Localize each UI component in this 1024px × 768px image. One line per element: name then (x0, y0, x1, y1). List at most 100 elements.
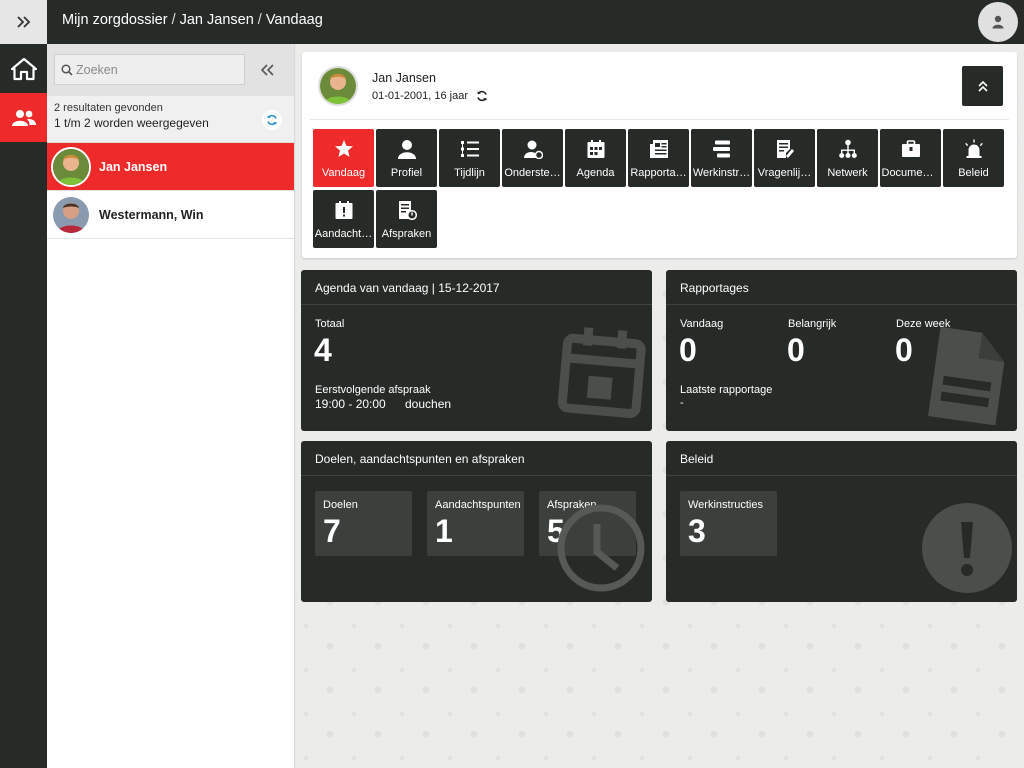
clock-icon (557, 504, 645, 592)
tab-label: Agenda (576, 167, 615, 179)
tab-label: Aandacht… (314, 228, 373, 240)
rapportages-important-value: 0 (787, 332, 805, 368)
tab-label: Documen… (881, 167, 940, 179)
rapportages-widget[interactable]: Rapportages Vandaag 0 Belangrijk 0 Deze … (666, 270, 1017, 431)
refresh-icon[interactable] (476, 90, 488, 102)
breadcrumb-separator: / (257, 12, 262, 28)
calendar-icon (587, 140, 604, 158)
doelen-tile[interactable]: Doelen 7 (315, 491, 412, 556)
doelen-widget[interactable]: Doelen, aandachtspunten en afspraken Doe… (301, 441, 652, 602)
beleid-widget[interactable]: Beleid Werkinstructies 3 (666, 441, 1017, 602)
avatar (318, 66, 358, 106)
instructions-icon (712, 140, 730, 158)
tab-profiel[interactable]: Profiel (376, 129, 437, 187)
tab-agenda[interactable]: Agenda (565, 129, 626, 187)
user-icon (992, 15, 1004, 29)
tab-netwerk[interactable]: Netwerk (817, 129, 878, 187)
search-input[interactable] (76, 62, 236, 77)
main-content: Jan Jansen 01-01-2001, 16 jaar Vandaag P… (296, 44, 1024, 768)
rapportages-week-label: Deze week (896, 318, 951, 330)
doelen-widget-title: Doelen, aandachtspunten en afspraken (301, 441, 652, 476)
tile-value: 7 (323, 513, 341, 549)
list-item[interactable]: Jan Jansen (47, 143, 294, 191)
client-card: Jan Jansen 01-01-2001, 16 jaar Vandaag P… (302, 52, 1017, 258)
client-list-panel: 2 resultaten gevonden 1 t/m 2 worden wee… (47, 44, 295, 768)
list-item[interactable]: Westermann, Win (47, 191, 294, 239)
collapse-card-button[interactable] (962, 66, 1003, 106)
breadcrumb-item-patient[interactable]: Jan Jansen (180, 12, 254, 28)
user-menu-button[interactable] (978, 2, 1018, 42)
agenda-next-label: Eerstvolgende afspraak (315, 384, 431, 396)
tile-value: 1 (435, 513, 453, 549)
alert-icon (922, 503, 1012, 593)
rapportages-last-label: Laatste rapportage (680, 384, 773, 396)
rail-home[interactable] (0, 44, 47, 93)
tab-label: Werkinstr… (692, 167, 751, 179)
agenda-widget[interactable]: Agenda van vandaag | 15-12-2017 Totaal 4… (301, 270, 652, 431)
person-icon (397, 140, 416, 159)
tab-tijdlijn[interactable]: Tijdlijn (439, 129, 500, 187)
tab-label: Profiel (390, 167, 423, 179)
tab-werkinstructies[interactable]: Werkinstr… (691, 129, 752, 187)
patient-name: Westermann, Win (99, 207, 204, 222)
agenda-total-label: Totaal (315, 318, 345, 330)
client-name: Jan Jansen (372, 71, 436, 85)
report-icon (649, 140, 668, 158)
client-dob: 01-01-2001, 16 jaar (372, 90, 469, 102)
tab-rapportages[interactable]: Rapporta… (628, 129, 689, 187)
left-rail (0, 44, 47, 768)
patient-photo (53, 148, 89, 185)
tab-afspraken[interactable]: Afspraken (376, 190, 437, 248)
client-dob-row: 01-01-2001, 16 jaar (372, 90, 488, 102)
breadcrumb-item-current: Vandaag (265, 12, 323, 28)
expand-menu-button[interactable] (0, 0, 47, 44)
appointment-icon (398, 201, 417, 220)
patient-photo (53, 196, 89, 233)
tab-aandachtspunten[interactable]: Aandacht… (313, 190, 374, 248)
briefcase-icon (901, 140, 920, 157)
tile-label: Werkinstructies (688, 499, 763, 511)
calendar-icon (557, 327, 646, 418)
aandachtspunten-tile[interactable]: Aandachtspunten 1 (427, 491, 524, 556)
search-box[interactable] (54, 54, 245, 85)
agenda-next-time: 19:00 - 20:00 (315, 397, 386, 411)
tile-value: 3 (688, 513, 706, 549)
collapse-list-button[interactable] (245, 54, 289, 85)
tab-label: Afspraken (381, 228, 432, 240)
refresh-list-button[interactable] (262, 110, 282, 130)
search-icon (61, 63, 73, 76)
attention-icon (335, 201, 352, 219)
search-row (47, 44, 294, 96)
breadcrumb: Mijn zorgdossier / Jan Jansen / Vandaag (62, 12, 323, 28)
results-summary: 2 resultaten gevonden 1 t/m 2 worden wee… (47, 96, 294, 143)
tab-vragenlijsten[interactable]: Vragenlij… (754, 129, 815, 187)
avatar (51, 146, 91, 187)
agenda-total-value: 4 (314, 332, 332, 368)
tab-vandaag[interactable]: Vandaag (313, 129, 374, 187)
users-icon (11, 109, 36, 126)
breadcrumb-separator: / (171, 12, 176, 28)
tab-documenten[interactable]: Documen… (880, 129, 941, 187)
tab-label: Netwerk (827, 167, 868, 179)
tab-beleid[interactable]: Beleid (943, 129, 1004, 187)
support-icon (523, 140, 543, 159)
werkinstructies-tile[interactable]: Werkinstructies 3 (680, 491, 777, 556)
rail-clients[interactable] (0, 93, 47, 142)
patient-name: Jan Jansen (99, 159, 168, 174)
tab-ondersteuning[interactable]: Onderste… (502, 129, 563, 187)
tab-label: Vandaag (321, 167, 366, 179)
star-icon (334, 140, 353, 157)
double-chevron-up-icon (977, 80, 988, 92)
tab-label: Vragenlij… (757, 167, 812, 179)
document-icon (928, 327, 1005, 425)
tab-label: Onderste… (504, 167, 561, 179)
rapportages-today-value: 0 (679, 332, 697, 368)
rapportages-week-value: 0 (895, 332, 913, 368)
timeline-icon (460, 141, 479, 157)
breadcrumb-item-zorgdossier[interactable]: Mijn zorgdossier (62, 12, 168, 28)
tile-label: Aandachtspunten (435, 499, 521, 511)
top-bar: Mijn zorgdossier / Jan Jansen / Vandaag (0, 0, 1024, 44)
home-icon (10, 57, 37, 80)
rapportages-important-label: Belangrijk (788, 318, 837, 330)
alarm-icon (964, 139, 983, 158)
